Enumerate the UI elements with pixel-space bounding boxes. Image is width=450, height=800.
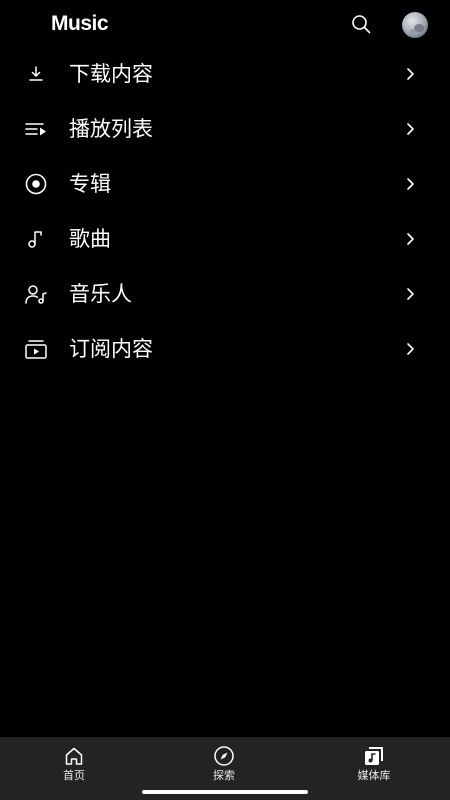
- library-list: 下载内容 播放列表 专辑 歌曲 音乐人 订阅内容: [0, 47, 450, 377]
- music-note-icon: [28, 231, 42, 248]
- album-icon: [25, 173, 47, 195]
- top-app-bar: Music: [0, 0, 450, 50]
- tab-label: 探索: [213, 769, 235, 782]
- profile-avatar[interactable]: [402, 12, 428, 38]
- artist-icon: [25, 285, 47, 304]
- library-item-label: 专辑: [69, 172, 111, 196]
- library-item-songs[interactable]: 歌曲: [0, 212, 450, 267]
- home-icon: [65, 747, 83, 765]
- download-icon: [29, 66, 43, 81]
- apple-logo-icon: [44, 16, 51, 32]
- chevron-right-icon: [407, 233, 414, 245]
- chevron-right-icon: [407, 178, 414, 190]
- library-item-label: 播放列表: [69, 117, 153, 141]
- compass-icon: [214, 746, 234, 766]
- library-item-subscriptions[interactable]: 订阅内容: [0, 322, 450, 377]
- playlist-icon: [25, 123, 46, 136]
- chevron-right-icon: [407, 123, 414, 135]
- tab-label: 首页: [63, 769, 85, 782]
- app-logo: Music: [44, 10, 109, 38]
- library-item-label: 下载内容: [69, 62, 153, 86]
- chevron-right-icon: [407, 288, 414, 300]
- library-item-label: 音乐人: [69, 282, 132, 306]
- search-button[interactable]: [349, 12, 373, 36]
- tab-library[interactable]: 媒体库: [334, 737, 414, 800]
- library-item-label: 订阅内容: [69, 337, 153, 361]
- app-title: Music: [51, 12, 109, 35]
- avatar-image: [407, 18, 424, 33]
- library-item-artists[interactable]: 音乐人: [0, 267, 450, 322]
- tab-home[interactable]: 首页: [34, 737, 114, 800]
- library-item-playlists[interactable]: 播放列表: [0, 102, 450, 157]
- chevron-right-icon: [407, 343, 414, 355]
- chevron-right-icon: [407, 68, 414, 80]
- library-item-downloads[interactable]: 下载内容: [0, 47, 450, 102]
- subscription-icon: [25, 340, 47, 359]
- home-indicator[interactable]: [142, 790, 308, 794]
- library-item-label: 歌曲: [69, 227, 111, 251]
- tab-label: 媒体库: [357, 769, 391, 782]
- library-icon: [365, 747, 383, 765]
- search-icon: [352, 15, 371, 34]
- library-item-albums[interactable]: 专辑: [0, 157, 450, 212]
